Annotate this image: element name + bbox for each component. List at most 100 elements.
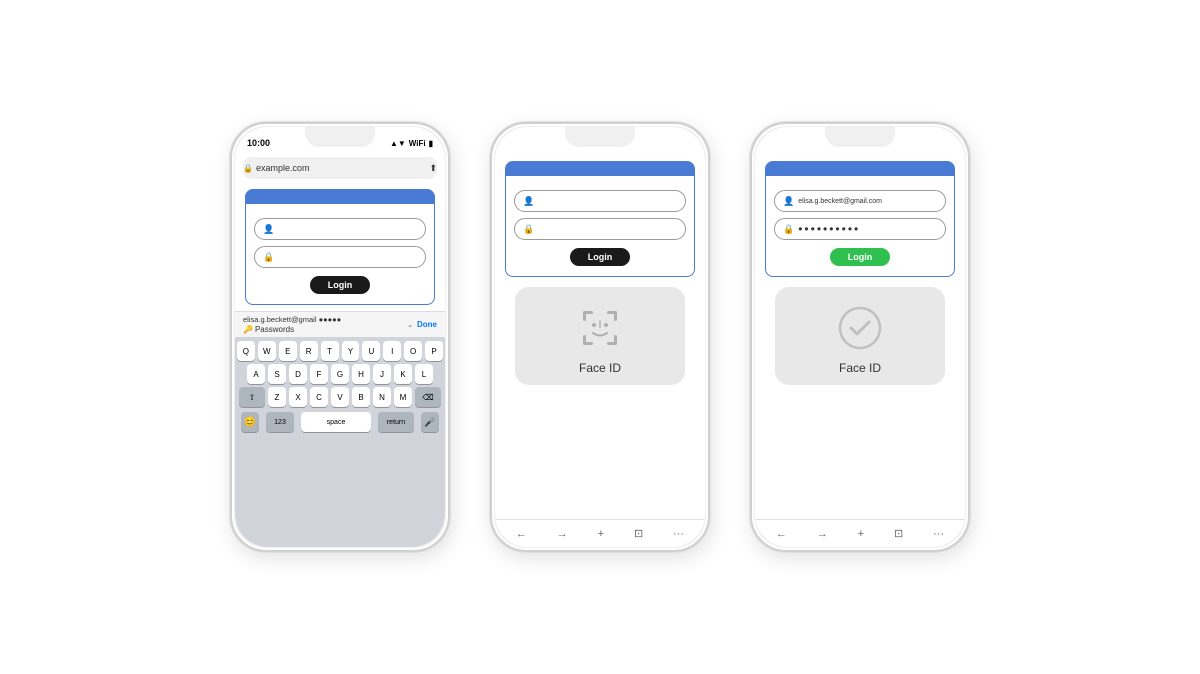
- login-card-header-2: [506, 162, 694, 176]
- password-field-3[interactable]: 🔒 ••••••••••: [774, 218, 946, 240]
- kb-row-4: 😊 123 space return 🎤: [237, 410, 443, 434]
- key-space[interactable]: space: [301, 412, 371, 432]
- chevron-icon: ⌄: [407, 321, 413, 329]
- key-z[interactable]: Z: [268, 387, 286, 407]
- signal-icon: ▲▼: [390, 139, 406, 148]
- kb-row-2: A S D F G H J K L: [237, 364, 443, 384]
- spacer-2: [495, 389, 705, 519]
- notch-3: [825, 127, 895, 147]
- key-d[interactable]: D: [289, 364, 307, 384]
- keyboard: Q W E R T Y U I O P A S D: [235, 337, 445, 547]
- key-w[interactable]: W: [258, 341, 276, 361]
- username-field-2[interactable]: 👤: [514, 190, 686, 212]
- key-q[interactable]: Q: [237, 341, 255, 361]
- lock-field-icon-3: 🔒: [783, 224, 794, 235]
- key-a[interactable]: A: [247, 364, 265, 384]
- password-value: ••••••••••: [798, 222, 860, 236]
- kb-row-3: ⇧ Z X C V B N M ⌫: [237, 387, 443, 407]
- phone-1-screen: 10:00 ▲▼ WiFi ▮ 🔒 example.com ⬆: [235, 127, 445, 547]
- key-j[interactable]: J: [373, 364, 391, 384]
- key-y[interactable]: Y: [342, 341, 360, 361]
- key-o[interactable]: O: [404, 341, 422, 361]
- face-id-label-2: Face ID: [579, 361, 621, 375]
- face-id-panel-2: Face ID: [515, 287, 685, 385]
- face-scan-icon: [575, 303, 625, 353]
- login-card-header-3: [766, 162, 954, 176]
- password-autofill-bar: elisa.g.beckett@gmail ●●●●● 🔑 Passwords …: [235, 311, 445, 337]
- key-123[interactable]: 123: [266, 412, 294, 432]
- nav-back-2[interactable]: ←: [516, 528, 527, 540]
- login-button-2[interactable]: Login: [570, 248, 630, 266]
- key-g[interactable]: G: [331, 364, 349, 384]
- username-field-3[interactable]: 👤 elisa.g.beckett@gmail.com: [774, 190, 946, 212]
- password-field-2[interactable]: 🔒: [514, 218, 686, 240]
- key-icon: 🔑: [243, 325, 253, 334]
- user-icon-1: 👤: [263, 224, 274, 235]
- login-button-1[interactable]: Login: [310, 276, 370, 294]
- user-icon-3: 👤: [783, 196, 794, 207]
- key-n[interactable]: N: [373, 387, 391, 407]
- password-field-1[interactable]: 🔒: [254, 246, 426, 268]
- key-r[interactable]: R: [300, 341, 318, 361]
- passwords-text: Passwords: [255, 325, 294, 334]
- username-field-1[interactable]: 👤: [254, 218, 426, 240]
- key-u[interactable]: U: [362, 341, 380, 361]
- login-card-2: 👤 🔒 Login: [505, 161, 695, 277]
- nav-tabs-3[interactable]: ⊡: [894, 527, 903, 540]
- url-text: example.com: [256, 163, 310, 173]
- nav-more-2[interactable]: ···: [673, 528, 684, 540]
- password-bar-right: ⌄ Done: [407, 320, 437, 329]
- key-p[interactable]: P: [425, 341, 443, 361]
- key-k[interactable]: K: [394, 364, 412, 384]
- notch-2: [565, 127, 635, 147]
- key-s[interactable]: S: [268, 364, 286, 384]
- done-button[interactable]: Done: [417, 320, 437, 329]
- bottom-nav-2: ← → + ⊡ ···: [495, 519, 705, 547]
- key-mic[interactable]: 🎤: [421, 412, 439, 432]
- key-i[interactable]: I: [383, 341, 401, 361]
- nav-more-3[interactable]: ···: [933, 528, 944, 540]
- nav-plus-3[interactable]: +: [858, 528, 864, 540]
- login-card-1: 👤 🔒 Login: [245, 189, 435, 305]
- key-t[interactable]: T: [321, 341, 339, 361]
- key-emoji[interactable]: 😊: [241, 412, 259, 432]
- login-button-3[interactable]: Login: [830, 248, 890, 266]
- login-card-3: 👤 elisa.g.beckett@gmail.com 🔒 ••••••••••…: [765, 161, 955, 277]
- nav-forward-2[interactable]: →: [557, 528, 568, 540]
- nav-tabs-2[interactable]: ⊡: [634, 527, 643, 540]
- user-icon-2: 👤: [523, 196, 534, 207]
- key-shift[interactable]: ⇧: [239, 387, 265, 407]
- nav-forward-3[interactable]: →: [817, 528, 828, 540]
- battery-icon: ▮: [429, 139, 433, 148]
- email-value: elisa.g.beckett@gmail.com: [798, 198, 882, 205]
- key-m[interactable]: M: [394, 387, 412, 407]
- lock-icon: 🔒: [243, 164, 253, 173]
- key-v[interactable]: V: [331, 387, 349, 407]
- face-id-success-icon: [835, 303, 885, 353]
- time-1: 10:00: [247, 138, 270, 148]
- password-bar-left: elisa.g.beckett@gmail ●●●●● 🔑 Passwords: [243, 315, 341, 334]
- key-c[interactable]: C: [310, 387, 328, 407]
- nav-plus-2[interactable]: +: [598, 528, 604, 540]
- url-bar[interactable]: 🔒 example.com ⬆: [243, 157, 437, 179]
- key-l[interactable]: L: [415, 364, 433, 384]
- key-h[interactable]: H: [352, 364, 370, 384]
- key-delete[interactable]: ⌫: [415, 387, 441, 407]
- key-return[interactable]: return: [378, 412, 414, 432]
- spacer-3: [755, 389, 965, 519]
- passwords-label: 🔑 Passwords: [243, 325, 341, 334]
- nav-back-3[interactable]: ←: [776, 528, 787, 540]
- lock-field-icon-1: 🔒: [263, 252, 274, 263]
- phone-3: 👤 elisa.g.beckett@gmail.com 🔒 ••••••••••…: [750, 122, 970, 552]
- key-b[interactable]: B: [352, 387, 370, 407]
- bottom-nav-3: ← → + ⊡ ···: [755, 519, 965, 547]
- lock-field-icon-2: 🔒: [523, 224, 534, 235]
- autofill-email[interactable]: elisa.g.beckett@gmail ●●●●●: [243, 315, 341, 324]
- key-e[interactable]: E: [279, 341, 297, 361]
- phone-2: 👤 🔒 Login: [490, 122, 710, 552]
- phone-1: 10:00 ▲▼ WiFi ▮ 🔒 example.com ⬆: [230, 122, 450, 552]
- kb-row-1: Q W E R T Y U I O P: [237, 341, 443, 361]
- phone-2-screen: 👤 🔒 Login: [495, 127, 705, 547]
- key-x[interactable]: X: [289, 387, 307, 407]
- key-f[interactable]: F: [310, 364, 328, 384]
